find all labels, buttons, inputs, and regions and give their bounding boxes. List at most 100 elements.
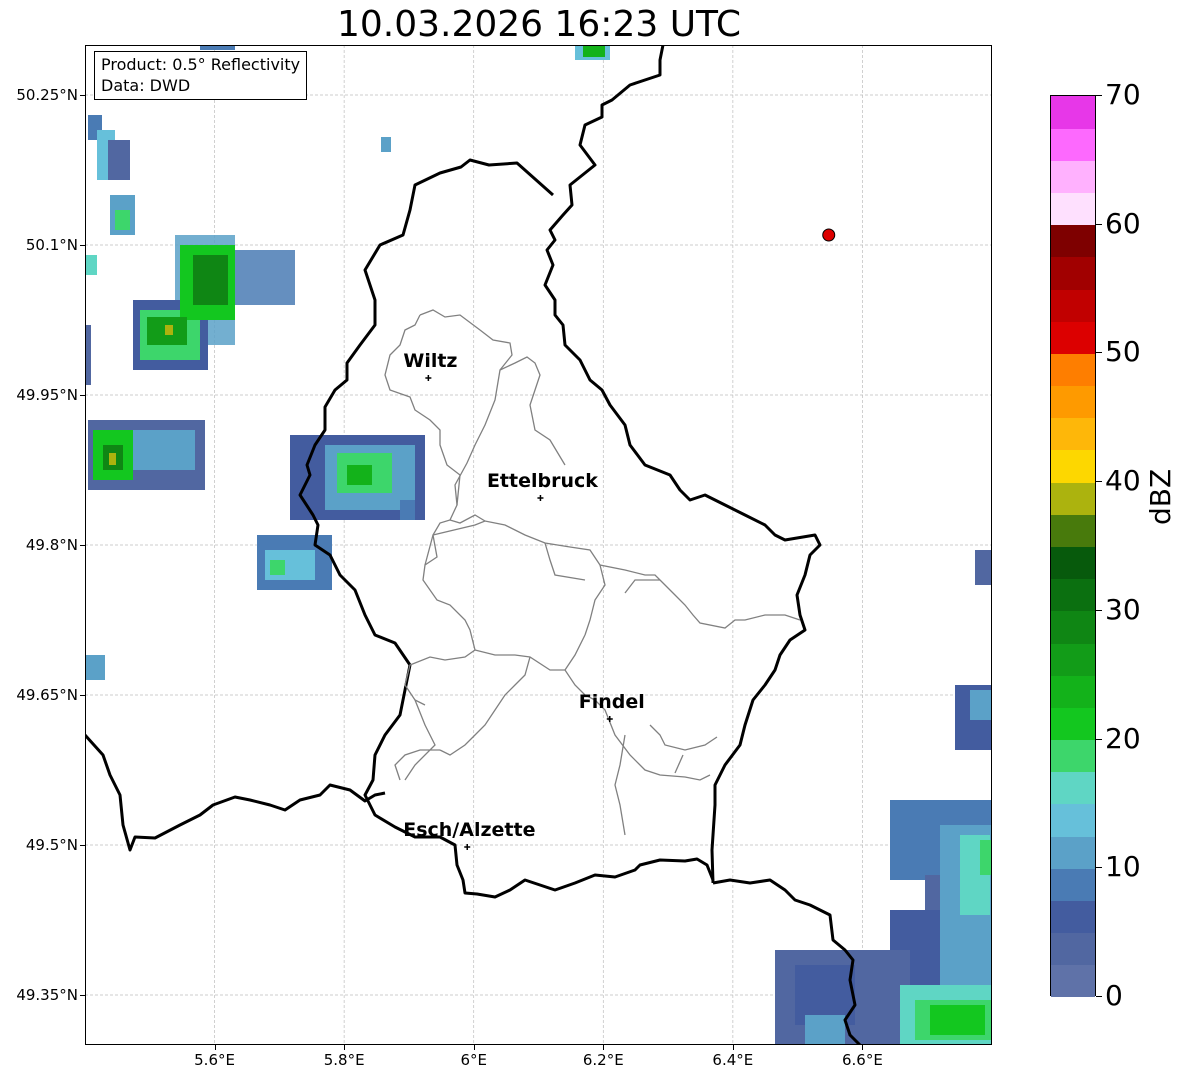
colorbar-tick-label: 10 [1105, 850, 1141, 884]
colorbar-segment [1051, 96, 1095, 129]
y-tick-label: 49.35°N [16, 986, 78, 1004]
echo-cell [193, 255, 228, 305]
colorbar-tick [1096, 95, 1102, 96]
echo-cell [109, 453, 116, 465]
y-tick [80, 395, 85, 396]
echo-cell [270, 560, 285, 575]
colorbar-segment [1051, 610, 1095, 644]
x-tick [214, 1045, 216, 1050]
colorbar-segment [1051, 900, 1095, 934]
colorbar-segment [1051, 932, 1095, 966]
radar-site-marker [822, 228, 836, 242]
echo-cell [85, 255, 97, 275]
colorbar-segment [1051, 707, 1095, 741]
y-tick [80, 695, 85, 696]
colorbar-segment [1051, 449, 1095, 483]
colorbar-segment [1051, 256, 1095, 290]
city-label: Esch/Alzette [403, 819, 536, 841]
echo-cell [975, 550, 992, 585]
colorbar-segment [1051, 836, 1095, 869]
colorbar-tick-label: 30 [1105, 592, 1141, 626]
echo-cell [165, 325, 173, 335]
echo-cell [970, 690, 992, 720]
colorbar-tick [1096, 996, 1102, 997]
echo-cell [400, 500, 415, 520]
echo-cell [381, 137, 391, 152]
colorbar [1050, 95, 1096, 998]
colorbar-tick-label: 40 [1105, 464, 1141, 498]
colorbar-segment [1051, 192, 1095, 226]
x-tick-label: 6°E [460, 1051, 487, 1069]
colorbar-segment [1051, 803, 1095, 837]
colorbar-tick [1096, 867, 1102, 869]
colorbar-segment [1051, 739, 1095, 773]
colorbar-tick-label: 0 [1105, 979, 1123, 1012]
echo-cell [200, 45, 235, 50]
city-marker [425, 375, 432, 381]
echo-cell [85, 655, 105, 680]
colorbar-segment [1051, 353, 1095, 387]
colorbar-segment [1051, 385, 1095, 419]
echo-cell [115, 210, 130, 230]
colorbar-label: dBZ [1144, 468, 1177, 525]
x-tick-label: 6.2°E [582, 1051, 624, 1069]
colorbar-tick [1096, 738, 1102, 740]
echo-cell [85, 325, 91, 385]
colorbar-segment [1051, 546, 1095, 580]
x-tick [862, 1045, 864, 1050]
colorbar-segment [1051, 224, 1095, 258]
x-tick [473, 1045, 475, 1050]
city-marker [537, 495, 544, 501]
x-tick [603, 1045, 605, 1050]
info-box: Product: 0.5° Reflectivity Data: DWD [94, 51, 308, 100]
echo-cell [930, 1005, 985, 1035]
y-tick [80, 995, 85, 996]
colorbar-tick-label: 70 [1105, 78, 1141, 111]
colorbar-tick-label: 50 [1105, 335, 1141, 369]
city-label: Findel [578, 691, 645, 713]
colorbar-tick [1096, 481, 1102, 483]
france-belgium-border [85, 733, 386, 852]
product-label: Product: 0.5° Reflectivity [101, 55, 301, 74]
colorbar-segment [1051, 578, 1095, 612]
x-tick-label: 6.4°E [712, 1051, 754, 1069]
x-tick-label: 5.6°E [194, 1051, 235, 1069]
y-tick-label: 49.8°N [25, 536, 78, 554]
x-tick-label: 5.8°E [323, 1051, 365, 1069]
colorbar-segment [1051, 643, 1095, 676]
luxembourg-border [298, 158, 715, 899]
y-tick [80, 245, 85, 246]
echo-cell [583, 45, 605, 57]
city-label: Ettelbruck [486, 470, 598, 492]
radar-map[interactable] [85, 45, 992, 1045]
colorbar-segment [1051, 289, 1095, 322]
y-tick [80, 95, 85, 96]
data-source-label: Data: DWD [101, 76, 191, 95]
colorbar-segment [1051, 771, 1095, 805]
echo-cell [125, 430, 195, 470]
echo-cell [980, 840, 992, 875]
colorbar-tick [1096, 223, 1102, 225]
echo-cell [108, 140, 130, 180]
colorbar-segment [1051, 964, 1095, 998]
colorbar-segment [1051, 514, 1095, 547]
y-tick-label: 50.1°N [25, 236, 78, 254]
x-tick-label: 6.6°E [842, 1051, 883, 1069]
colorbar-segment [1051, 482, 1095, 515]
x-tick [732, 1045, 734, 1050]
colorbar-tick-label: 20 [1105, 721, 1141, 755]
city-label: Wiltz [403, 350, 458, 372]
colorbar-tick [1096, 352, 1102, 354]
colorbar-tick-label: 60 [1105, 206, 1141, 240]
colorbar-segment [1051, 417, 1095, 451]
y-tick-label: 49.5°N [25, 836, 78, 854]
y-tick [80, 845, 85, 846]
y-tick-label: 49.95°N [16, 386, 78, 404]
colorbar-segment [1051, 160, 1095, 194]
map-title: 10.03.2026 16:23 UTC [336, 4, 742, 45]
echo-cell [805, 1015, 845, 1045]
map-canvas [85, 45, 992, 1045]
y-tick [80, 545, 85, 546]
y-tick-label: 50.25°N [16, 86, 78, 104]
colorbar-segment [1051, 675, 1095, 708]
